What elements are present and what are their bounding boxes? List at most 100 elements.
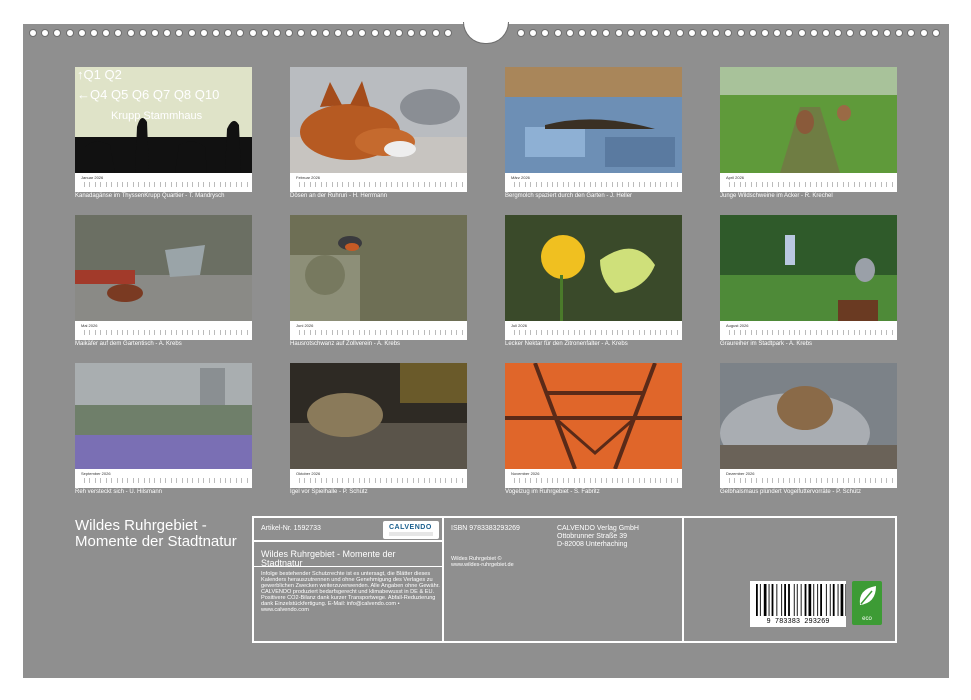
day-cell [851,478,855,483]
day-cell [663,330,667,335]
day-cell [361,478,366,483]
day-cell [769,478,774,483]
photo-august [720,215,897,321]
binding-hole [639,29,647,37]
day-cell [103,330,107,335]
month-name: Juli 2026 [511,323,528,328]
day-cell [889,478,893,483]
day-cell [647,330,651,335]
day-cell [86,182,91,187]
day-cell [636,330,640,335]
day-cell [867,478,871,483]
sign-line-2: ←Q4 Q5 Q6 Q7 Q8 Q10 [77,87,219,102]
day-cell [824,330,828,335]
day-cell [813,330,817,335]
day-cell [334,182,338,187]
day-cell [151,182,156,187]
binding-hole [53,29,62,37]
day-cell [200,330,205,335]
day-cell [442,182,447,187]
day-cell [813,478,817,483]
barcode-bar [768,584,770,616]
photo-caption: Dösen an der Ruhruri - H. Herrmann [290,193,388,199]
binding-hole [687,29,696,37]
day-cell [603,478,608,483]
day-cell [571,330,575,335]
day-cell [791,478,796,483]
day-cell [641,478,646,483]
photo-caption: Hausrotschwanz auf Zollverein - A. Krebs [290,341,401,347]
binding-hole [614,29,623,37]
day-cell [345,182,349,187]
photo-november [505,363,682,469]
day-cell [726,478,730,483]
barcode-bar [776,584,778,616]
day-cell [614,330,619,335]
day-cell [802,182,806,187]
day-cell [86,330,91,335]
day-cell [404,182,409,187]
day-cell [657,182,662,187]
photo-caption: Bergmolch spaziert durch den Garten - J.… [505,193,633,199]
photo-caption: Lecker Nektar für den Zitronenfalter - A… [505,341,628,347]
day-cell [878,330,882,335]
day-cell [845,478,850,483]
photo-caption: Maikäfer auf dem Gartentisch - A. Krebs [75,341,182,347]
binding-hole [151,29,159,37]
day-cell [323,478,328,483]
day-cell [179,330,183,335]
day-cell [576,182,581,187]
barcode-bar [793,584,795,616]
photo-october [290,363,467,469]
day-cell [533,330,537,335]
day-cell [114,478,118,483]
month-name: November 2026 [511,471,540,476]
day-cell [244,330,248,335]
binding-hole [138,29,147,37]
day-cell [851,182,855,187]
day-cell [657,330,662,335]
day-cell [636,478,640,483]
binding-hole [675,29,684,37]
binding-hole [309,29,318,37]
barcode-bar [832,584,835,616]
day-cell [410,330,414,335]
day-cell [151,330,156,335]
title-repeat: Wildes Ruhrgebiet - Momente der Stadtnat… [261,549,396,568]
day-cell [647,478,651,483]
day-cell [421,330,425,335]
day-cell [81,330,85,335]
day-cell [753,182,758,187]
day-cell [807,182,812,187]
binding-hole [199,29,208,37]
day-cell [334,478,338,483]
day-cell [189,182,194,187]
day-cell [307,478,311,483]
calendar-strip: Juli 2026 [505,321,682,340]
binding-hole [431,29,440,37]
day-cell [195,330,199,335]
day-cell [426,478,431,483]
day-cell [356,182,360,187]
day-cell [459,182,463,187]
binding-hole [29,29,37,37]
day-cell [130,182,134,187]
day-cell [769,182,774,187]
barcode-bar [784,584,786,616]
day-cell [97,478,102,483]
day-cell [587,182,591,187]
binding-hole [700,29,708,37]
day-cell [527,330,532,335]
eco-label: eco [862,616,872,622]
day-cell [603,182,608,187]
binding-hole [578,29,586,37]
month-name: August 2026 [726,323,749,328]
binding-hole [248,29,257,37]
day-cell [652,182,656,187]
sign-line-3: Krupp Stammhaus [111,110,203,122]
photo-caption: Gelbhalsmaus plündert Vogelfuttervorräte… [720,489,861,495]
binding-hole [736,29,745,37]
day-cell [312,478,317,483]
day-cell [780,330,785,335]
day-cell [742,478,747,483]
